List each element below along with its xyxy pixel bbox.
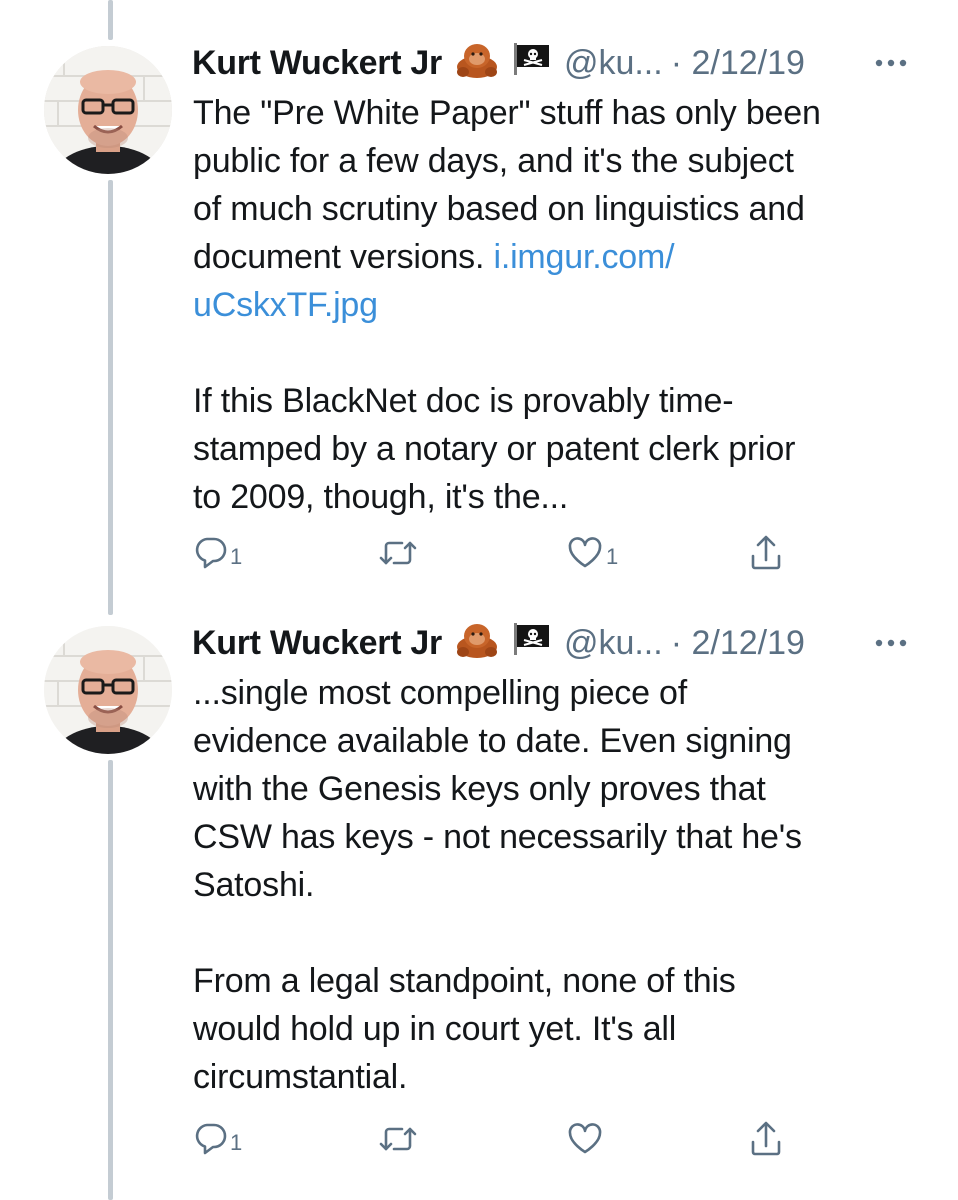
- text-line: would hold up in court yet. It's all: [193, 1010, 677, 1048]
- like-count: 1: [606, 544, 619, 569]
- avatar[interactable]: [44, 46, 172, 174]
- reply-button[interactable]: 1: [192, 528, 242, 578]
- retweet-icon: [379, 1127, 417, 1151]
- text-segment: document versions.: [193, 238, 494, 276]
- retweet-icon: [379, 541, 417, 565]
- pirate-flag-icon: [512, 621, 552, 666]
- tweet-date[interactable]: · 2/12/19: [671, 44, 805, 83]
- retweet-button[interactable]: [378, 528, 420, 578]
- text-line: evidence available to date. Even signing: [193, 722, 792, 760]
- text-line: of much scrutiny based on linguistics an…: [193, 190, 805, 228]
- imgur-link[interactable]: i.imgur.com/: [493, 238, 674, 276]
- text-line: document versions. i.imgur.com/: [193, 233, 923, 281]
- text-line: If this BlackNet doc is provably time-: [193, 382, 734, 420]
- like-button[interactable]: 1: [566, 528, 618, 578]
- reply-icon: [195, 1123, 227, 1155]
- tweet-actions: 1 1: [192, 528, 812, 578]
- author-name[interactable]: Kurt Wuckert Jr: [192, 44, 442, 83]
- tweet-date[interactable]: · 2/12/19: [671, 624, 805, 663]
- reply-count: 1: [230, 1130, 243, 1155]
- tweet-header: Kurt Wuckert Jr @ku... · 2/12/19: [192, 618, 805, 668]
- avatar[interactable]: [44, 626, 172, 754]
- text-line: uCskxTF.jpg: [193, 281, 923, 329]
- text-line: with the Genesis keys only proves that: [193, 770, 766, 808]
- text-line: public for a few days, and it's the subj…: [193, 142, 794, 180]
- like-button[interactable]: [566, 1114, 606, 1164]
- share-icon: [751, 1121, 781, 1156]
- orangutan-emoji-icon: [454, 39, 500, 88]
- tweet-text: The "Pre White Paper" stuff has only bee…: [193, 89, 923, 521]
- text-line: ...single most compelling piece of: [193, 674, 688, 712]
- text-line: From a legal standpoint, none of this: [193, 962, 736, 1000]
- share-button[interactable]: [748, 1114, 784, 1164]
- tweet-header: Kurt Wuckert Jr @ku... · 2/12/19: [192, 38, 805, 88]
- orangutan-emoji-icon: [454, 619, 500, 668]
- more-horizontal-icon[interactable]: [874, 38, 908, 88]
- share-button[interactable]: [748, 528, 784, 578]
- thread-connector-middle: [108, 180, 113, 615]
- author-name[interactable]: Kurt Wuckert Jr: [192, 624, 442, 663]
- text-line: circumstantial.: [193, 1058, 408, 1096]
- text-line: Satoshi.: [193, 866, 315, 904]
- reply-count: 1: [230, 544, 243, 569]
- text-line: stamped by a notary or patent clerk prio…: [193, 430, 796, 468]
- text-line: CSW has keys - not necessarily that he's: [193, 818, 802, 856]
- pirate-flag-icon: [512, 41, 552, 86]
- thread-connector-top: [108, 0, 113, 40]
- tweet-actions: 1: [192, 1114, 812, 1164]
- more-horizontal-icon[interactable]: [874, 618, 908, 668]
- reply-icon: [195, 537, 227, 569]
- author-handle[interactable]: @ku...: [564, 624, 663, 663]
- text-line: to 2009, though, it's the...: [193, 478, 569, 516]
- imgur-link-continued[interactable]: uCskxTF.jpg: [193, 286, 378, 324]
- author-handle[interactable]: @ku...: [564, 44, 663, 83]
- heart-icon: [568, 537, 602, 568]
- share-icon: [751, 535, 781, 570]
- text-line: The "Pre White Paper" stuff has only bee…: [193, 94, 821, 132]
- tweet-text: ...single most compelling piece of evide…: [193, 669, 923, 1101]
- retweet-button[interactable]: [378, 1114, 420, 1164]
- heart-icon: [568, 1123, 602, 1154]
- thread-connector-bottom: [108, 760, 113, 1200]
- reply-button[interactable]: 1: [192, 1114, 242, 1164]
